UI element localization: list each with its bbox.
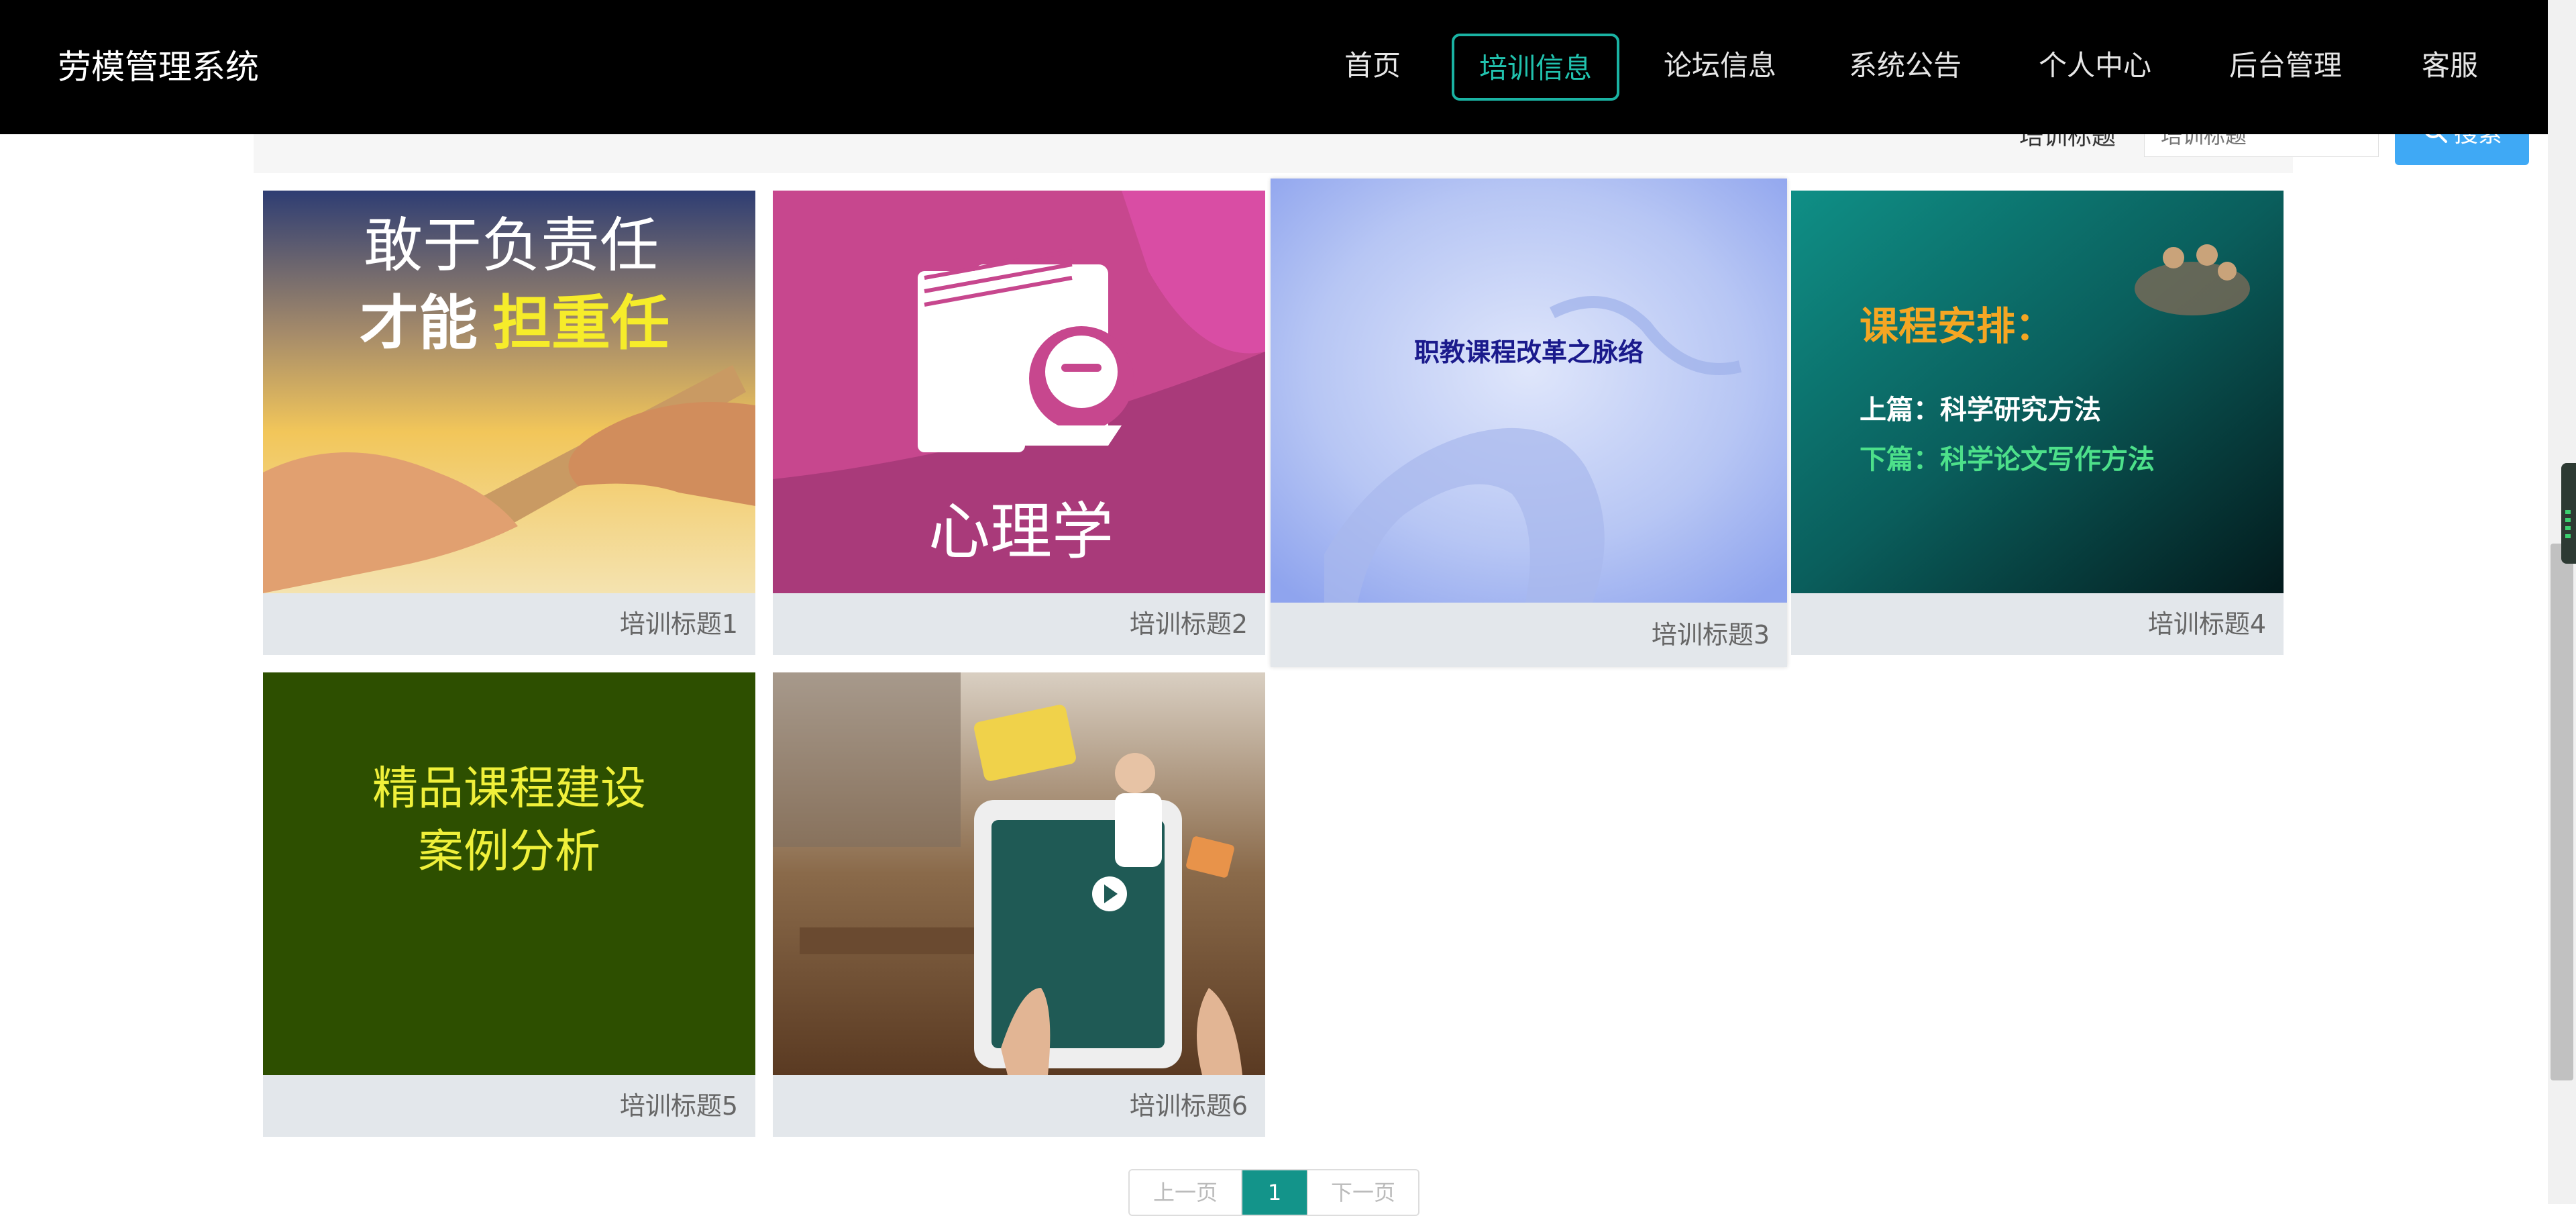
next-page-button[interactable]: 下一页 [1307,1170,1418,1215]
training-card-3[interactable]: 职教课程改革之脉络 培训标题3 [1271,179,1787,667]
card-5-image-line1: 精品课程建设 [372,762,646,815]
nav-item-personal-center[interactable]: 个人中心 [2021,34,2169,101]
training-card-5[interactable]: 精品课程建设 案例分析 培训标题5 [263,672,755,1137]
nav-item-forum[interactable]: 论坛信息 [1646,34,1794,101]
training-card-4-image[interactable]: 课程安排： 上篇：科学研究方法 下篇：科学论文写作方法 [1791,191,2284,593]
main-nav: 首页 培训信息 论坛信息 系统公告 个人中心 后台管理 客服 [0,34,2548,101]
training-card-6-image[interactable] [773,672,1265,1075]
card-1-image-line1: 敢于负责任 [364,211,659,280]
card-3-image-text: 职教课程改革之脉络 [1414,337,1644,367]
training-card-5-image[interactable]: 精品课程建设 案例分析 [263,672,755,1075]
nav-item-customer-service[interactable]: 客服 [2403,34,2497,101]
nav-item-admin[interactable]: 后台管理 [2211,34,2360,101]
nav-item-announcements[interactable]: 系统公告 [1831,34,1979,101]
nav-item-training[interactable]: 培训信息 [1452,34,1619,101]
side-floating-widget[interactable] [2561,463,2576,564]
card-1-image-line2a: 才能 [360,289,478,358]
nav-item-home[interactable]: 首页 [1322,34,1424,101]
training-card-4[interactable]: 课程安排： 上篇：科学研究方法 下篇：科学论文写作方法 培训标题4 [1791,191,2284,655]
card-2-image-text: 心理学 [928,496,1114,568]
card-5-image-line2: 案例分析 [418,825,600,878]
training-card-2-image[interactable]: 心理学 [773,191,1265,593]
training-card-6[interactable]: 培训标题6 [773,672,1265,1137]
card-4-image-line2: 下篇：科学论文写作方法 [1860,444,2155,475]
training-card-1[interactable]: 敢于负责任 才能 担重任 培训标题1 [263,191,755,655]
training-card-6-title[interactable]: 培训标题6 [1130,1082,1248,1130]
card-4-image-line1: 上篇：科学研究方法 [1860,395,2101,425]
training-card-1-title[interactable]: 培训标题1 [620,600,738,648]
card-4-image-heading: 课程安排： [1860,303,2054,349]
training-card-2-title[interactable]: 培训标题2 [1130,600,1248,648]
training-card-3-title[interactable]: 培训标题3 [1652,611,1770,659]
training-card-3-image[interactable]: 职教课程改革之脉络 [1271,179,1787,603]
scrollbar-thumb[interactable] [2551,544,2573,1080]
prev-page-button[interactable]: 上一页 [1130,1170,1242,1215]
training-card-4-title[interactable]: 培训标题4 [2148,600,2266,648]
training-card-2[interactable]: 心理学 培训标题2 [773,191,1265,655]
pagination: 上一页 1 下一页 [1128,1169,1419,1216]
training-card-5-title[interactable]: 培训标题5 [620,1082,738,1130]
card-1-image-line2b: 担重任 [492,289,669,358]
training-card-1-image[interactable]: 敢于负责任 才能 担重任 [263,191,755,593]
current-page-button[interactable]: 1 [1242,1170,1307,1215]
top-navbar: 劳模管理系统 首页 培训信息 论坛信息 系统公告 个人中心 后台管理 客服 [0,0,2548,134]
